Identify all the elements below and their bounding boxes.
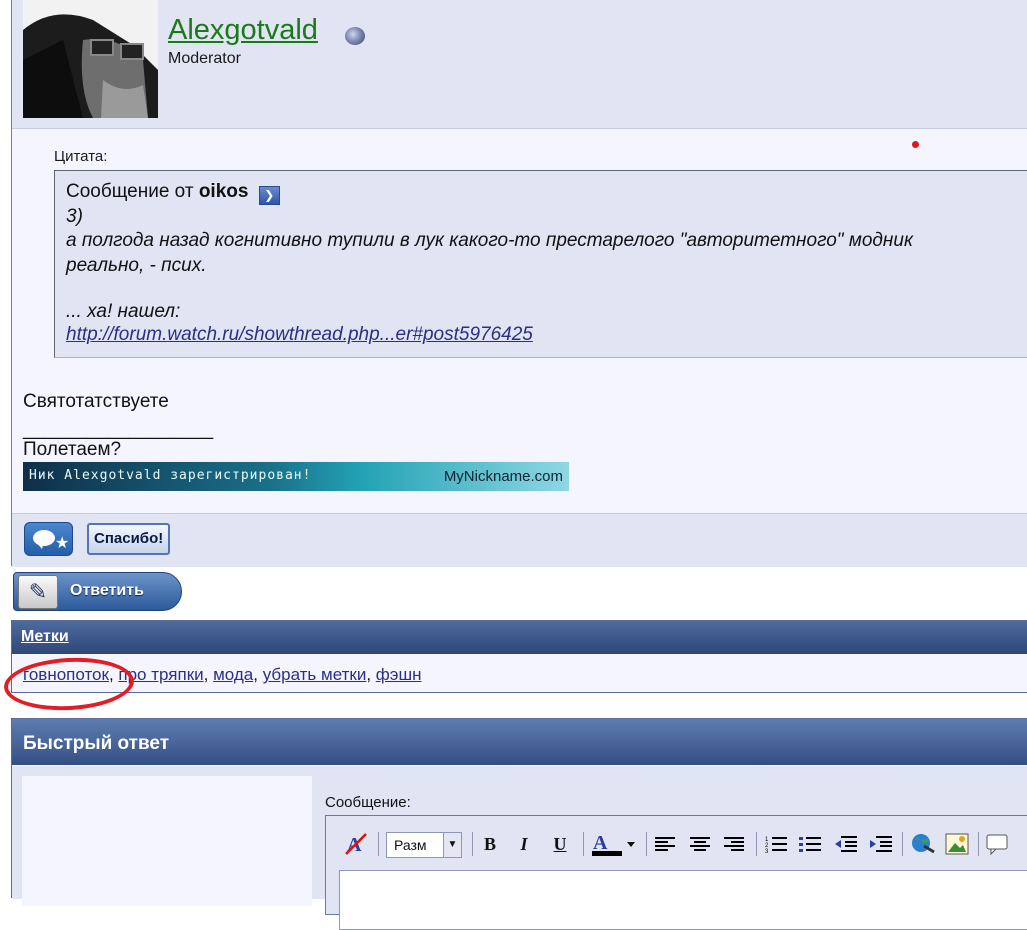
post-message: Святотатствуете (23, 391, 169, 412)
tag-separator: , (253, 665, 263, 684)
reply-pencil-icon: ✎ (18, 575, 58, 609)
toolbar-separator (583, 832, 584, 856)
toolbar-separator (902, 832, 903, 856)
toolbar-separator (978, 832, 979, 856)
align-center-icon[interactable] (686, 830, 714, 858)
quote-from-prefix: Сообщение от (66, 181, 194, 202)
red-dot-marker (912, 141, 919, 148)
post-body: Цитата: Сообщение от oikos ❯ 3) а полгод… (12, 129, 1027, 513)
post-header: Alexgotvald Moderator (12, 0, 1027, 129)
tag-link[interactable]: мода (213, 665, 253, 684)
quick-reply-header: Быстрый ответ (12, 719, 1027, 765)
font-size-value: Разм (394, 837, 427, 853)
message-label: Сообщение: (325, 794, 411, 811)
message-editor: A Разм ▼ B I U A (325, 815, 1027, 930)
tag-link[interactable]: фэшн (376, 665, 422, 684)
quick-reply-title: Быстрый ответ (23, 733, 170, 754)
quote-line: а полгода назад когнитивно тупили в лук … (66, 230, 913, 251)
insert-quote-icon[interactable] (982, 830, 1012, 858)
quote-bubble-icon (33, 530, 55, 549)
quick-reply-left-cell (22, 776, 312, 906)
tags-panel: Метки говнопоток, про тряпки, мода, убра… (11, 620, 1027, 693)
message-textarea[interactable] (339, 870, 1027, 930)
tag-link[interactable]: убрать метки (263, 665, 367, 684)
text-color-icon[interactable]: A (588, 830, 638, 858)
tag-separator: , (108, 665, 119, 684)
insert-image-icon[interactable] (942, 830, 972, 858)
tag-separator: , (203, 665, 214, 684)
quote-label: Цитата: (54, 148, 108, 165)
username-link[interactable]: Alexgotvald (168, 14, 318, 47)
ordered-list-icon[interactable]: 123 (762, 830, 790, 858)
outdent-icon[interactable] (832, 830, 860, 858)
quick-reply-body: Сообщение: A Разм ▼ B I U A (12, 766, 1027, 930)
avatar-image (23, 0, 158, 118)
toolbar-separator (472, 832, 473, 856)
svg-text:A: A (593, 832, 608, 854)
tags-list: говнопоток, про тряпки, мода, убрать мет… (23, 665, 421, 685)
avatar[interactable] (23, 0, 158, 118)
post-footer: ★ Спасибо! (12, 513, 1027, 567)
tags-header: Метки (12, 621, 1027, 654)
tags-title-link[interactable]: Метки (21, 628, 69, 646)
font-size-select[interactable]: Разм ▼ (386, 832, 462, 858)
quote-button[interactable]: ★ (24, 522, 73, 556)
svg-text:3: 3 (765, 849, 769, 853)
signature-separator: __________________ (23, 419, 214, 440)
toolbar-separator (756, 832, 757, 856)
indent-icon[interactable] (867, 830, 895, 858)
tag-link[interactable]: говнопоток (23, 665, 109, 684)
align-left-icon[interactable] (651, 830, 679, 858)
user-title: Moderator (168, 50, 241, 67)
signature-text: Полетаем? (23, 439, 122, 460)
online-status-icon (345, 27, 365, 45)
quote-line: реально, - псих. (66, 255, 207, 276)
banner-site: MyNickname.com (443, 468, 563, 485)
view-post-arrow-icon[interactable]: ❯ (258, 186, 280, 205)
toolbar-separator (646, 832, 647, 856)
quick-reply-panel: Быстрый ответ Сообщение: A Разм ▼ B I U (11, 718, 1027, 930)
star-icon: ★ (55, 535, 70, 552)
quote-line: 3) (66, 206, 83, 227)
quote-box: Сообщение от oikos ❯ 3) а полгода назад … (54, 170, 1027, 358)
toolbar-separator (378, 832, 379, 856)
thanks-button[interactable]: Спасибо! (87, 523, 171, 555)
tag-link[interactable]: про тряпки (118, 665, 203, 684)
forum-post: Alexgotvald Moderator Цитата: Сообщение … (11, 0, 1027, 567)
underline-icon[interactable]: U (546, 830, 574, 858)
bold-icon[interactable]: B (476, 830, 504, 858)
reply-button[interactable]: ✎ Ответить (13, 572, 182, 611)
banner-text: Ник Alexgotvald зарегистрирован! (29, 468, 312, 483)
bullet-list-icon[interactable] (796, 830, 824, 858)
editor-toolbar: A Разм ▼ B I U A (326, 816, 1027, 870)
insert-link-icon[interactable] (908, 830, 938, 858)
tag-separator: , (366, 665, 376, 684)
quote-link[interactable]: http://forum.watch.ru/showthread.php...e… (66, 324, 533, 346)
italic-icon[interactable]: I (510, 830, 538, 858)
quote-line: ... ха! нашел: (66, 301, 181, 322)
remove-format-icon[interactable]: A (342, 830, 372, 858)
quote-header: Сообщение от oikos ❯ (66, 181, 280, 205)
reply-button-label: Ответить (70, 582, 144, 599)
signature-banner[interactable]: Ник Alexgotvald зарегистрирован! MyNickn… (23, 462, 569, 491)
quote-author: oikos (198, 181, 249, 202)
align-right-icon[interactable] (720, 830, 748, 858)
chevron-down-icon: ▼ (443, 833, 461, 857)
